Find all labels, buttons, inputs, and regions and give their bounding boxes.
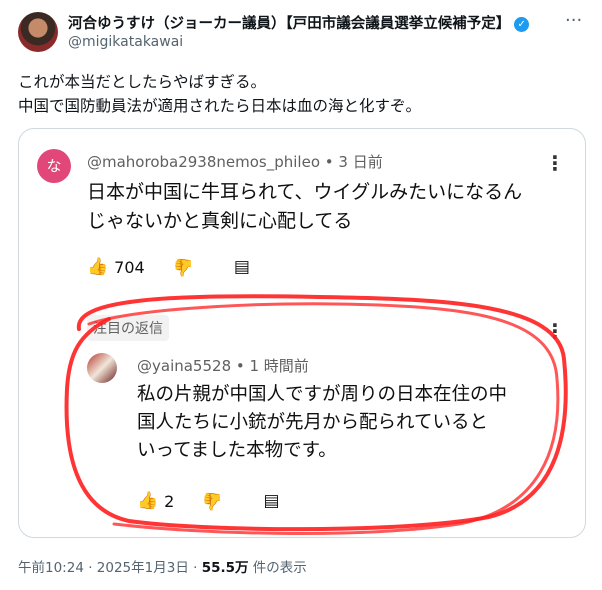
comment-line: 日本が中国に牛耳られて、ウイグルみたいになるん: [87, 181, 523, 203]
thumbs-up-icon: 👍: [87, 257, 109, 277]
comment-more-icon: ⋮: [545, 151, 565, 175]
timestamp[interactable]: 午前10:24 · 2025年1月3日 ·: [18, 560, 202, 576]
more-options-icon[interactable]: ···: [565, 10, 582, 31]
reply-line: 国人たちに小銃が先月から配られていると: [137, 412, 488, 433]
thumbs-down-icon: 👍: [172, 257, 194, 277]
reply-actions: 👍 2 👍 ▤: [137, 491, 280, 511]
comment-meta: @mahoroba2938nemos_phileo • 3 日前: [87, 153, 383, 171]
reply-text: 私の片親が中国人ですが周りの日本在住の中 国人たちに小銃が先月から配られていると…: [137, 381, 507, 465]
comment-like-count: 704: [114, 257, 145, 277]
reply-icon: ▤: [263, 491, 280, 511]
author-name-row[interactable]: 河合ゆうすけ（ジョーカー議員）【戸田市議会議員選挙立候補予定】 ✓: [68, 12, 530, 33]
author-name[interactable]: 河合ゆうすけ（ジョーカー議員）【戸田市議会議員選挙立候補予定】: [68, 16, 510, 32]
reply-icon: ▤: [233, 257, 250, 277]
verified-badge-icon: ✓: [514, 16, 530, 32]
comment-avatar: な: [37, 149, 71, 183]
embedded-image[interactable]: な @mahoroba2938nemos_phileo • 3 日前 ⋮ 日本が…: [18, 128, 586, 538]
tweet-line: これが本当だとしたらやばすぎる。: [18, 73, 267, 91]
view-count: 55.5万: [201, 560, 249, 576]
comment-actions: 👍 704 👍 ▤: [87, 257, 250, 277]
thumbs-up-icon: 👍: [137, 491, 159, 511]
reply-more-icon: ⋮: [545, 319, 565, 343]
tweet-line: 中国で国防動員法が適用されたら日本は血の海と化すぞ。: [18, 97, 422, 115]
comment-text: 日本が中国に牛耳られて、ウイグルみたいになるん じゃないかと真剣に心配してる: [87, 178, 522, 236]
comment-line: じゃないかと真剣に心配してる: [87, 210, 353, 232]
tweet-footer: 午前10:24 · 2025年1月3日 · 55.5万 件の表示: [18, 556, 307, 576]
featured-reply-label: 注目の返信: [87, 315, 169, 341]
reply-avatar: [87, 353, 117, 383]
reply-meta: @yaina5528 • 1 時間前: [137, 357, 309, 375]
thumbs-down-icon: 👍: [202, 491, 224, 511]
reply-like-count: 2: [164, 491, 175, 511]
author-handle[interactable]: @migikatakawai: [68, 34, 183, 50]
reply-line: いってました本物です。: [137, 440, 337, 461]
tweet-text: これが本当だとしたらやばすぎる。 中国で国防動員法が適用されたら日本は血の海と化…: [18, 70, 421, 118]
reply-line: 私の片親が中国人ですが周りの日本在住の中: [137, 384, 508, 405]
author-avatar[interactable]: [18, 12, 58, 52]
views-label: 件の表示: [248, 560, 307, 576]
